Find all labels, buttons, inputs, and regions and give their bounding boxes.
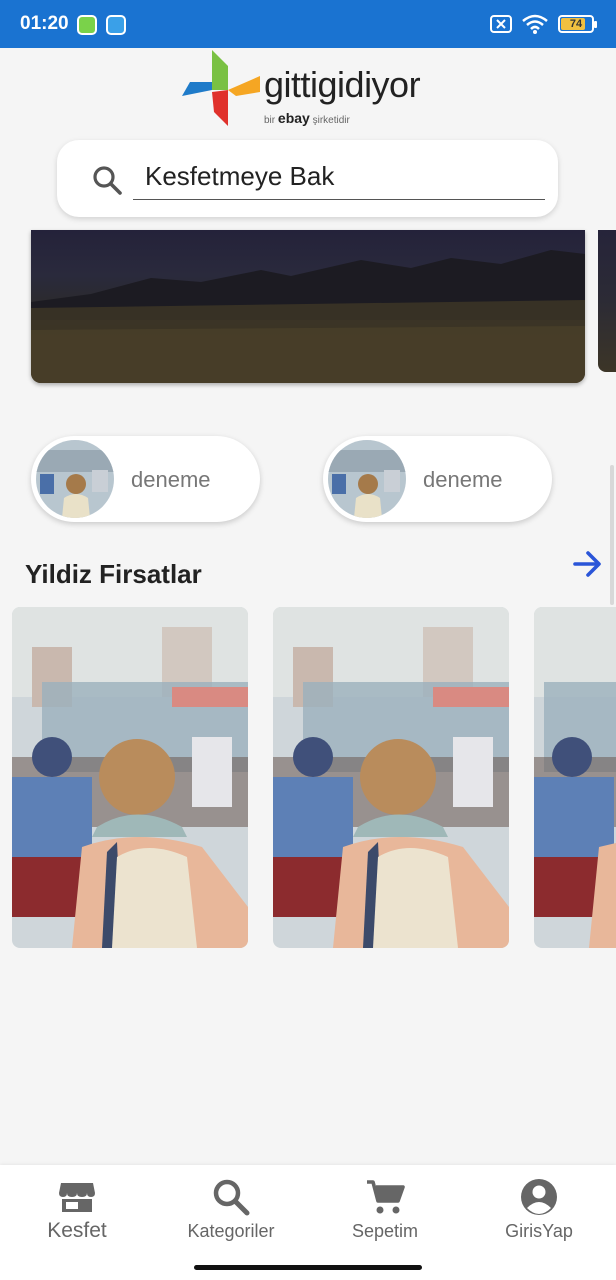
banner-image[interactable]: [31, 230, 585, 383]
banner-image-next[interactable]: [598, 230, 616, 372]
nav-item-sepetim[interactable]: Sepetim: [308, 1177, 462, 1242]
brand-logo: gittigidiyor bir ebay şirketidir: [180, 48, 440, 130]
status-time: 01:20: [20, 13, 69, 34]
mountain-landscape-image: [31, 250, 585, 383]
bottom-navigation: Kesfet Kategoriler Sepetim GirisYap: [0, 1165, 616, 1280]
notification-app-icon: [106, 15, 126, 35]
pinwheel-logo-icon: [182, 50, 260, 126]
product-image: [273, 607, 509, 948]
product-card[interactable]: [273, 607, 509, 948]
category-chip[interactable]: deneme: [31, 436, 260, 522]
chip-avatar: [328, 440, 406, 518]
search-icon: [213, 1179, 250, 1216]
account-icon: [521, 1179, 557, 1215]
chip-label: deneme: [423, 467, 503, 492]
store-icon: [59, 1183, 95, 1212]
nav-label: Kesfet: [47, 1219, 107, 1242]
nav-item-kategoriler[interactable]: Kategoriler: [154, 1177, 308, 1242]
product-image: [12, 607, 248, 948]
wifi-icon: [522, 14, 548, 34]
nav-label: Kategoriler: [187, 1221, 275, 1241]
status-bar: 01:20 74: [0, 0, 616, 48]
brand-name: gittigidiyor: [264, 64, 421, 105]
search-bar[interactable]: [57, 140, 558, 217]
search-input[interactable]: [133, 154, 545, 200]
nav-label: GirisYap: [505, 1221, 573, 1241]
brand-tagline: bir ebay şirketidir: [264, 110, 350, 126]
arrow-right-icon[interactable]: [572, 548, 604, 580]
scrollbar[interactable]: [610, 465, 614, 605]
nav-item-kesfet[interactable]: Kesfet: [0, 1177, 154, 1243]
nav-label: Sepetim: [351, 1221, 419, 1241]
cart-icon: [367, 1180, 405, 1214]
nav-item-girisyap[interactable]: GirisYap: [462, 1177, 616, 1242]
search-icon: [93, 166, 122, 195]
no-sim-icon: [490, 15, 512, 33]
product-card[interactable]: [534, 607, 616, 948]
chip-label: deneme: [131, 467, 211, 492]
notification-app-icon: [77, 15, 97, 35]
product-card[interactable]: [12, 607, 248, 948]
home-indicator[interactable]: [194, 1265, 422, 1270]
battery-level: 74: [569, 18, 583, 30]
section-title: Yildiz Firsatlar: [25, 559, 202, 589]
chip-avatar: [36, 440, 114, 518]
battery-icon: 74: [558, 15, 597, 33]
product-image: [534, 607, 616, 948]
category-chip[interactable]: deneme: [323, 436, 552, 522]
